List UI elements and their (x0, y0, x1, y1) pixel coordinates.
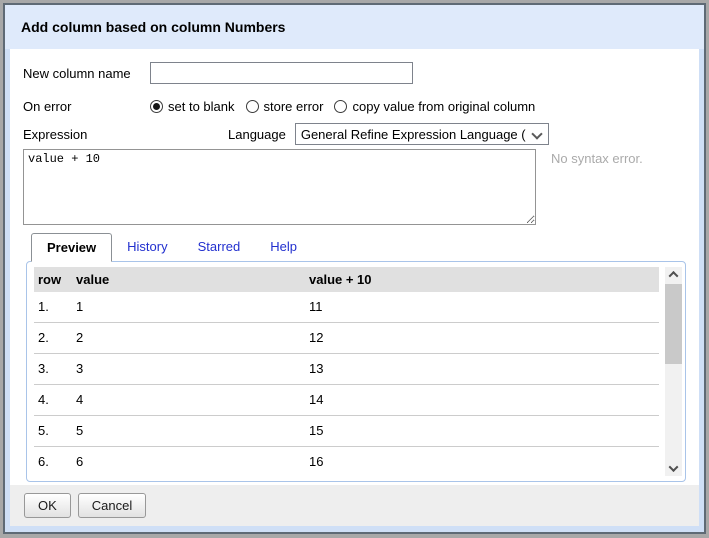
tab-starred[interactable]: Starred (183, 233, 256, 261)
dialog-title: Add column based on column Numbers (21, 19, 285, 35)
preview-panel: row value value + 10 1. 1 11 2. (26, 261, 686, 482)
cell-value: 3 (72, 354, 305, 385)
new-column-name-label: New column name (23, 66, 150, 81)
tab-bar: Preview History Starred Help (31, 233, 686, 261)
radio-set-to-blank[interactable] (150, 100, 163, 113)
language-select-wrap: General Refine Expression Language (GREL… (295, 123, 549, 145)
chevron-up-icon (669, 271, 679, 281)
preview-table: row value value + 10 1. 1 11 2. (34, 267, 659, 476)
tab-preview[interactable]: Preview (31, 233, 112, 262)
expression-editor-row: value + 10 No syntax error. (23, 149, 686, 225)
language-label: Language (228, 127, 286, 142)
expression-label: Expression (23, 127, 150, 142)
table-row: 4. 4 14 (34, 385, 659, 416)
cancel-button[interactable]: Cancel (78, 493, 146, 518)
new-column-name-input[interactable] (150, 62, 413, 84)
radio-store-error[interactable] (246, 100, 259, 113)
on-error-row: On error set to blank store error copy v… (23, 99, 686, 114)
screen: { "dialog": { "title": "Add column based… (0, 0, 709, 538)
cell-result: 13 (305, 354, 659, 385)
dialog-footer: OK Cancel (10, 485, 699, 526)
cell-value: 2 (72, 323, 305, 354)
add-column-dialog: Add column based on column Numbers New c… (3, 3, 706, 534)
preview-table-container: row value value + 10 1. 1 11 2. (34, 267, 659, 476)
cell-value: 1 (72, 292, 305, 323)
column-header-result: value + 10 (305, 267, 659, 292)
cell-row-index: 4. (34, 385, 72, 416)
on-error-label: On error (23, 99, 150, 114)
cell-result: 14 (305, 385, 659, 416)
vertical-scrollbar[interactable] (665, 267, 682, 476)
dialog-body: New column name On error set to blank st… (10, 49, 699, 485)
tab-help[interactable]: Help (255, 233, 312, 261)
table-row: 2. 2 12 (34, 323, 659, 354)
column-header-row: row (34, 267, 72, 292)
expression-language-row: Expression Language General Refine Expre… (23, 123, 686, 145)
chevron-down-icon (669, 462, 679, 472)
syntax-status: No syntax error. (551, 151, 643, 166)
radio-option-store-error[interactable]: store error (246, 99, 324, 114)
radio-label-set-to-blank: set to blank (168, 99, 235, 114)
table-row: 5. 5 15 (34, 416, 659, 447)
dialog-header: Add column based on column Numbers (5, 5, 704, 49)
table-row: 6. 6 16 (34, 447, 659, 477)
radio-copy-value[interactable] (334, 100, 347, 113)
cell-row-index: 2. (34, 323, 72, 354)
cell-result: 12 (305, 323, 659, 354)
cell-result: 11 (305, 292, 659, 323)
scroll-up-button[interactable] (665, 267, 682, 282)
table-row: 1. 1 11 (34, 292, 659, 323)
column-header-value: value (72, 267, 305, 292)
radio-label-copy-value: copy value from original column (352, 99, 535, 114)
cell-value: 4 (72, 385, 305, 416)
cell-row-index: 3. (34, 354, 72, 385)
new-column-name-row: New column name (23, 62, 686, 84)
table-row: 3. 3 13 (34, 354, 659, 385)
cell-row-index: 5. (34, 416, 72, 447)
radio-option-set-to-blank[interactable]: set to blank (150, 99, 235, 114)
table-header-row: row value value + 10 (34, 267, 659, 292)
scroll-down-button[interactable] (665, 461, 682, 476)
radio-label-store-error: store error (264, 99, 324, 114)
cell-row-index: 1. (34, 292, 72, 323)
language-select[interactable]: General Refine Expression Language (GREL… (295, 123, 549, 145)
cell-result: 15 (305, 416, 659, 447)
cell-result: 16 (305, 447, 659, 477)
cell-row-index: 6. (34, 447, 72, 477)
scrollbar-thumb[interactable] (665, 284, 682, 364)
expression-textarea[interactable]: value + 10 (23, 149, 536, 225)
tab-history[interactable]: History (112, 233, 182, 261)
on-error-radio-group: set to blank store error copy value from… (150, 99, 546, 114)
cell-value: 5 (72, 416, 305, 447)
ok-button[interactable]: OK (24, 493, 71, 518)
cell-value: 6 (72, 447, 305, 477)
radio-option-copy-value[interactable]: copy value from original column (334, 99, 535, 114)
